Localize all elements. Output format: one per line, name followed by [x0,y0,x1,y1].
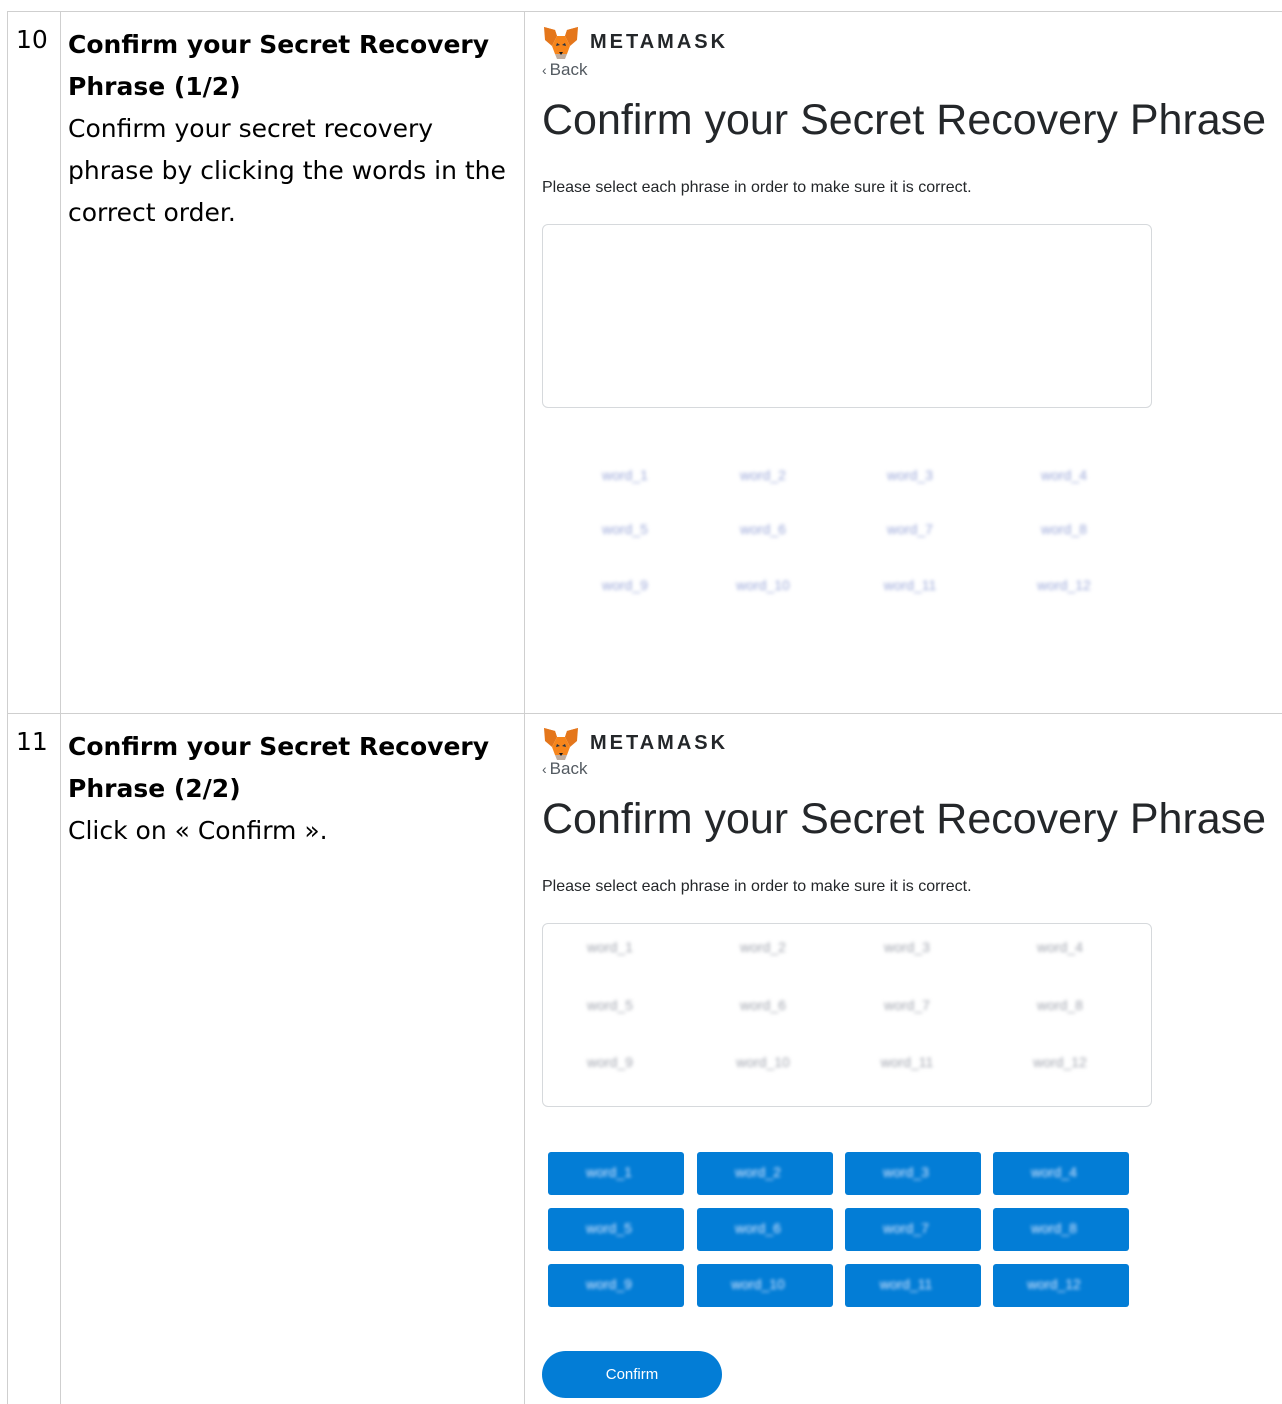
step-body: Confirm your secret recovery phrase by c… [68,114,506,227]
word-button-label: word_4 [1031,1164,1077,1180]
word-option[interactable]: word_3 [880,467,940,483]
word-button[interactable]: word_7 [845,1208,981,1251]
selected-word[interactable]: word_5 [580,997,640,1013]
word-option[interactable]: word_4 [1034,467,1094,483]
word-button-label: word_1 [586,1164,632,1180]
selected-word[interactable]: word_3 [877,939,937,955]
word-option[interactable]: word_9 [595,577,655,593]
word-button[interactable]: word_10 [697,1264,833,1307]
step-number-cell: 11 [8,714,61,1404]
word-button[interactable]: word_1 [548,1152,684,1195]
word-button-label: word_11 [879,1276,933,1292]
step-number-cell: 10 [8,12,61,713]
chevron-left-icon: ‹ [542,62,547,78]
word-option[interactable]: word_2 [733,467,793,483]
selected-word[interactable]: word_6 [733,997,793,1013]
selected-word[interactable]: word_12 [1030,1054,1090,1070]
selected-word[interactable]: word_8 [1030,997,1090,1013]
word-button[interactable]: word_12 [993,1264,1129,1307]
page-title: Confirm your Secret Recovery Phrase [542,795,1267,843]
metamask-brand: METAMASK [590,732,729,754]
selected-word[interactable]: word_10 [733,1054,793,1070]
word-button-label: word_9 [586,1276,632,1292]
instruction-text: Please select each phrase in order to ma… [542,179,972,196]
word-button-label: word_3 [883,1164,929,1180]
back-link[interactable]: ‹ Back [542,60,587,80]
instruction-text: Please select each phrase in order to ma… [542,878,972,895]
step-screenshot: METAMASK ‹ Back Confirm your Secret Recov… [525,714,1282,1404]
back-link[interactable]: ‹ Back [542,759,587,779]
word-button-label: word_7 [883,1220,929,1236]
selected-word[interactable]: word_2 [733,939,793,955]
selected-word[interactable]: word_11 [877,1054,937,1070]
word-button-label: word_2 [735,1164,781,1180]
word-button[interactable]: word_9 [548,1264,684,1307]
step-title: Confirm your Secret Recovery Phrase (1/2… [68,30,490,101]
word-option[interactable]: word_7 [880,521,940,537]
selected-word[interactable]: word_7 [877,997,937,1013]
selected-word[interactable]: word_1 [580,939,640,955]
word-option[interactable]: word_1 [595,467,655,483]
table-row: 10 Confirm your Secret Recovery Phrase (… [8,12,1282,714]
word-button-label: word_6 [735,1220,781,1236]
word-button-label: word_12 [1027,1276,1081,1292]
word-option[interactable]: word_11 [880,577,940,593]
word-button[interactable]: word_5 [548,1208,684,1251]
word-button-label: word_5 [586,1220,632,1236]
chevron-left-icon: ‹ [542,761,547,777]
back-label: Back [549,60,588,79]
step-description-cell: Confirm your Secret Recovery Phrase (1/2… [61,12,525,713]
word-option[interactable]: word_8 [1034,521,1094,537]
phrase-drop-area[interactable] [542,224,1152,408]
word-button[interactable]: word_4 [993,1152,1129,1195]
step-number: 11 [16,727,48,756]
word-button[interactable]: word_11 [845,1264,981,1307]
selected-word[interactable]: word_9 [580,1054,640,1070]
confirm-button[interactable]: Confirm [542,1351,722,1398]
word-button[interactable]: word_8 [993,1208,1129,1251]
word-option[interactable]: word_5 [595,521,655,537]
metamask-fox-icon [544,27,578,59]
word-button-label: word_8 [1031,1220,1077,1236]
step-title: Confirm your Secret Recovery Phrase (2/2… [68,732,490,803]
word-option[interactable]: word_6 [733,521,793,537]
word-button[interactable]: word_2 [697,1152,833,1195]
word-button-label: word_10 [731,1276,785,1292]
step-number: 10 [16,25,48,54]
table-row: 11 Confirm your Secret Recovery Phrase (… [8,714,1282,1404]
metamask-brand: METAMASK [590,31,729,53]
metamask-fox-icon [544,728,578,760]
step-screenshot: METAMASK ‹ Back Confirm your Secret Recov… [525,12,1282,713]
step-body: Click on « Confirm ». [68,816,328,845]
back-label: Back [549,759,588,778]
instruction-table: 10 Confirm your Secret Recovery Phrase (… [7,11,1282,1404]
page-title: Confirm your Secret Recovery Phrase [542,96,1267,144]
step-description-cell: Confirm your Secret Recovery Phrase (2/2… [61,714,525,1404]
word-option[interactable]: word_12 [1034,577,1094,593]
word-button[interactable]: word_3 [845,1152,981,1195]
selected-word[interactable]: word_4 [1030,939,1090,955]
word-option[interactable]: word_10 [733,577,793,593]
word-button[interactable]: word_6 [697,1208,833,1251]
